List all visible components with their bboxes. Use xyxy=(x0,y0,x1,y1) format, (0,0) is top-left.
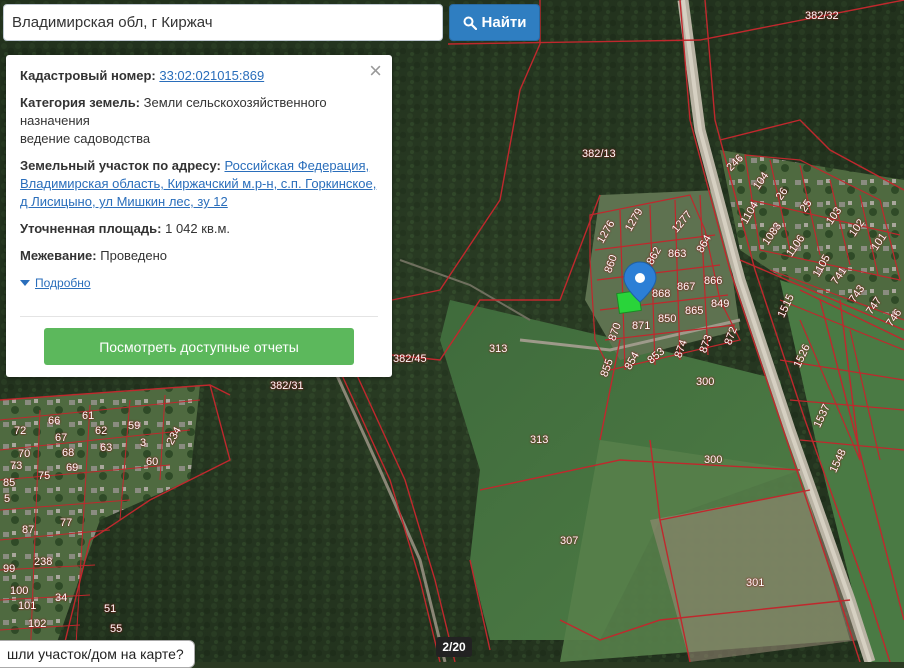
plot-label: 59 xyxy=(128,420,141,432)
category-usage: ведение садоводства xyxy=(20,131,151,146)
plot-label: 863 xyxy=(668,248,687,260)
plot-label: 100 xyxy=(10,585,29,597)
address-row: Земельный участок по адресу: Российская … xyxy=(20,157,378,211)
plot-label: 99 xyxy=(3,563,16,575)
plot-label: 61 xyxy=(82,410,95,422)
survey-value: Проведено xyxy=(100,248,167,263)
plot-label: 55 xyxy=(110,623,123,635)
plot-label: 60 xyxy=(146,456,159,468)
plot-label: 382/32 xyxy=(805,10,839,22)
area-label: Уточненная площадь: xyxy=(20,221,162,236)
plot-label: 313 xyxy=(489,343,508,355)
plot-label: 300 xyxy=(704,454,723,466)
area-row: Уточненная площадь: 1 042 кв.м. xyxy=(20,220,378,238)
plot-label: 66 xyxy=(48,415,61,427)
plot-label: 77 xyxy=(60,517,73,529)
plot-label: 867 xyxy=(677,281,696,293)
plot-label: 3 xyxy=(140,437,147,449)
plot-label: 866 xyxy=(704,275,723,287)
survey-label: Межевание: xyxy=(20,248,97,263)
plot-label: 301 xyxy=(746,577,765,589)
feedback-bubble[interactable]: шли участок/дом на карте? xyxy=(0,640,195,668)
search-input[interactable]: Владимирская обл, г Киржач xyxy=(3,4,443,41)
plot-label: 67 xyxy=(55,432,68,444)
plot-label: 102 xyxy=(28,618,47,630)
plot-label: 62 xyxy=(95,425,108,437)
survey-row: Межевание: Проведено xyxy=(20,247,378,265)
plot-label: 69 xyxy=(66,462,79,474)
cadastral-number-link[interactable]: 33:02:021015:869 xyxy=(159,68,264,83)
plot-label: 68 xyxy=(62,447,75,459)
plot-label: 85 xyxy=(3,477,16,489)
search-button[interactable]: Найти xyxy=(449,4,540,41)
plot-label: 300 xyxy=(696,376,715,388)
details-link[interactable]: Подробно xyxy=(35,274,91,292)
plot-label: 87 xyxy=(22,524,35,536)
plot-label: 70 xyxy=(18,448,31,460)
close-icon[interactable]: × xyxy=(369,60,382,82)
plot-label: 382/31 xyxy=(270,380,304,392)
plot-label: 382/13 xyxy=(582,148,616,160)
caret-down-icon xyxy=(20,280,30,286)
search-button-label: Найти xyxy=(481,14,527,31)
plot-label: 101 xyxy=(18,600,37,612)
plot-label: 868 xyxy=(652,288,671,300)
plot-label: 307 xyxy=(560,535,579,547)
search-icon xyxy=(463,16,477,30)
plot-label: 51 xyxy=(104,603,117,615)
plot-label: 382/45 xyxy=(393,353,427,365)
plot-label: 865 xyxy=(685,305,704,317)
plot-label: 238 xyxy=(34,556,53,568)
plot-label: 75 xyxy=(38,470,51,482)
divider xyxy=(20,316,378,317)
category-row: Категория земель: Земли сельскохозяйстве… xyxy=(20,94,378,148)
category-label: Категория земель: xyxy=(20,95,141,110)
plot-label: 63 xyxy=(100,442,113,454)
area-value: 1 042 кв.м. xyxy=(165,221,231,236)
address-label: Земельный участок по адресу: xyxy=(20,158,221,173)
cadastral-row: Кадастровый номер: 33:02:021015:869 xyxy=(20,67,378,85)
plot-label: 5 xyxy=(4,493,11,505)
plot-label: 72 xyxy=(14,425,27,437)
plot-label: 73 xyxy=(10,460,23,472)
plot-label: 849 xyxy=(711,298,730,310)
image-counter: 2/20 xyxy=(436,637,472,657)
plot-label: 313 xyxy=(530,434,549,446)
plot-info-popup: × Кадастровый номер: 33:02:021015:869 Ка… xyxy=(6,55,392,377)
cadastral-label: Кадастровый номер: xyxy=(20,68,156,83)
plot-label: 850 xyxy=(658,313,677,325)
plot-label: 871 xyxy=(632,320,651,332)
plot-label: 34 xyxy=(55,592,68,604)
details-toggle[interactable]: Подробно xyxy=(20,274,378,292)
view-reports-button[interactable]: Посмотреть доступные отчеты xyxy=(44,328,354,365)
